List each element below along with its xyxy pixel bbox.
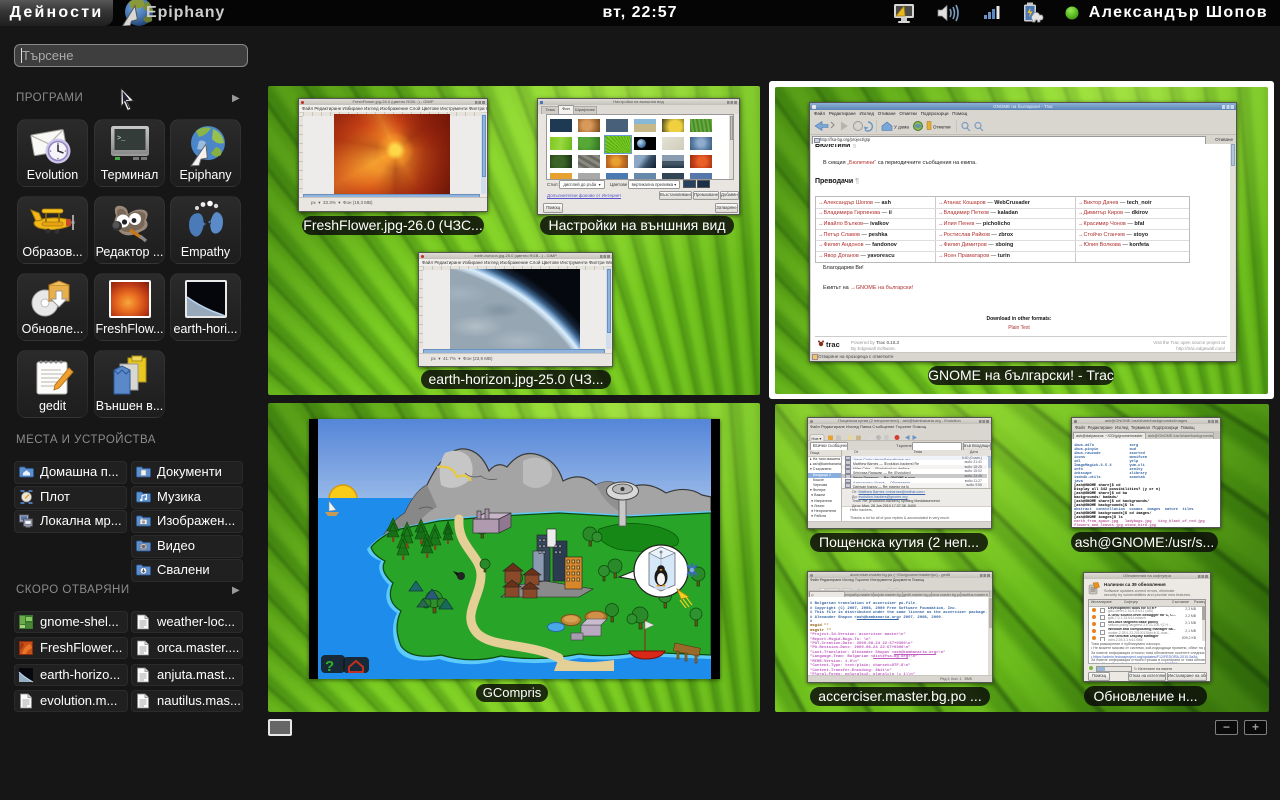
svg-text:У дома: У дома <box>894 125 909 130</box>
svg-text:trac: trac <box>826 340 840 349</box>
svg-text:Отметки: Отметки <box>933 125 951 130</box>
svg-text:>_: >_ <box>117 135 126 143</box>
svg-text:?: ? <box>325 658 334 675</box>
